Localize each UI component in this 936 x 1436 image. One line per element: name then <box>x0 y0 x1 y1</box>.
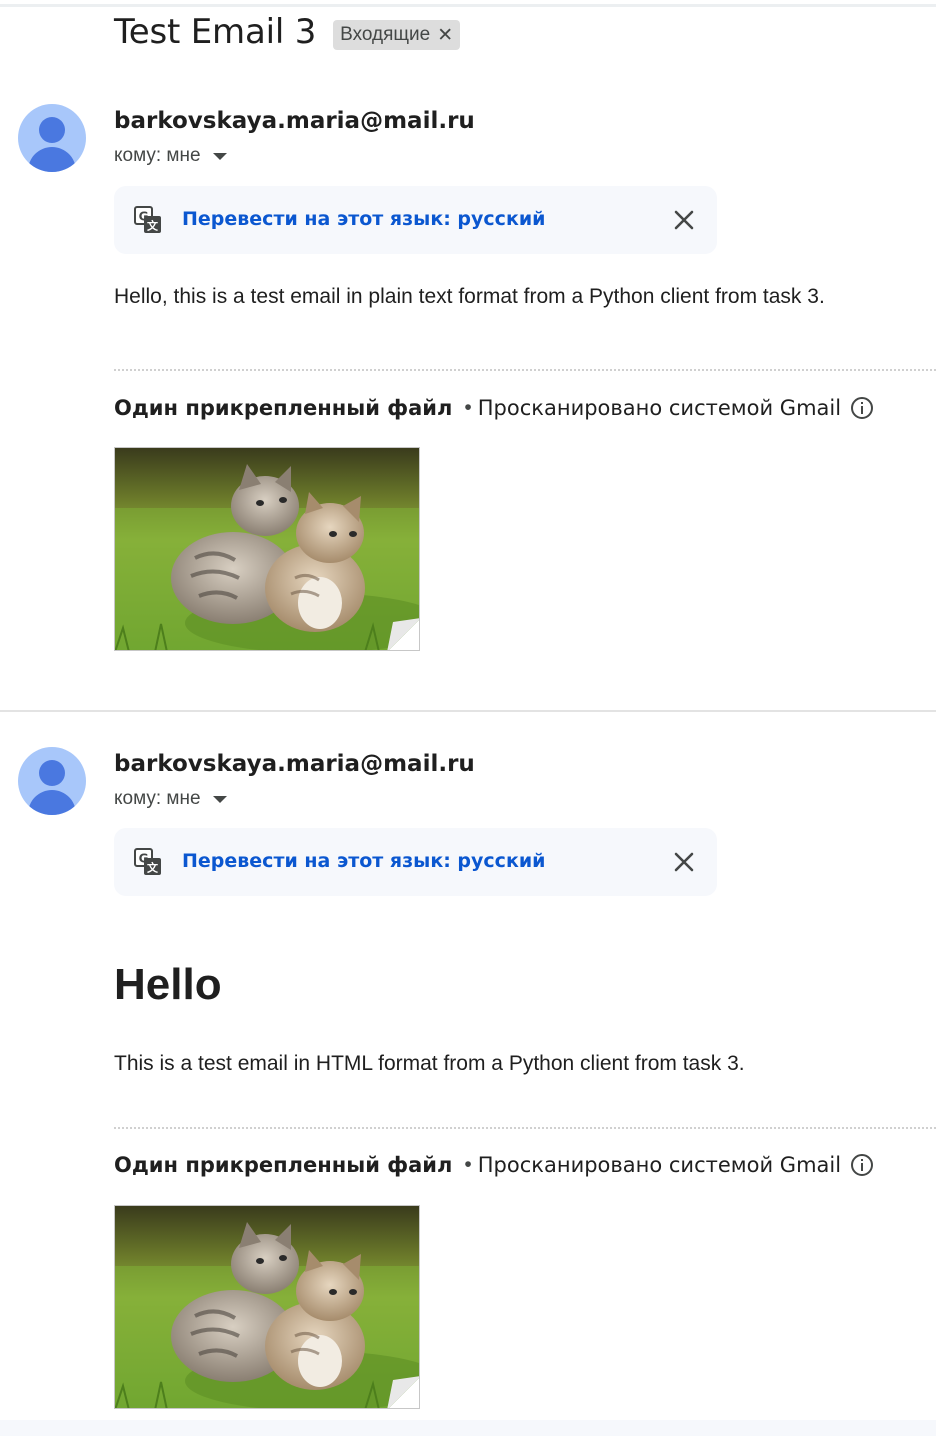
remove-label-icon[interactable]: ✕ <box>437 24 453 47</box>
recipient-text: кому: мне <box>114 788 201 809</box>
message-heading: Hello <box>114 960 222 1009</box>
info-icon[interactable] <box>850 1153 874 1177</box>
bottom-bar <box>0 1420 936 1436</box>
chevron-down-icon[interactable] <box>212 152 227 160</box>
attachments-separator: • <box>464 1153 472 1176</box>
recipient-line: кому: мне <box>114 145 227 167</box>
subject-row: Test Email 3 Входящие ✕ <box>114 12 461 52</box>
attachments-scan-status: Просканировано системой Gmail <box>477 1153 842 1177</box>
label-chip-inbox[interactable]: Входящие ✕ <box>333 20 461 50</box>
translate-link[interactable]: Перевести на этот язык: русский <box>182 850 545 872</box>
email-subject: Test Email 3 <box>114 12 317 52</box>
recipient-line: кому: мне <box>114 788 227 810</box>
attachments-divider <box>114 1127 936 1129</box>
attachment-thumbnail[interactable] <box>114 1205 420 1409</box>
recipient-text: кому: мне <box>114 145 201 166</box>
info-icon[interactable] <box>850 396 874 420</box>
message-body: This is a test email in HTML format from… <box>114 1052 745 1075</box>
translate-icon <box>134 206 162 234</box>
attachments-title: Один прикрепленный файл <box>114 396 453 420</box>
close-icon[interactable] <box>673 851 695 873</box>
kittens-image <box>115 1206 420 1409</box>
attachment-thumbnail[interactable] <box>114 447 420 651</box>
attachments-header: Один прикрепленный файл • Просканировано… <box>114 396 874 420</box>
top-border <box>0 4 936 7</box>
translate-bar: Перевести на этот язык: русский <box>114 186 717 254</box>
attachments-scan-status: Просканировано системой Gmail <box>477 396 842 420</box>
sender-email[interactable]: barkovskaya.maria@mail.ru <box>114 108 475 134</box>
translate-link[interactable]: Перевести на этот язык: русский <box>182 208 545 230</box>
avatar-icon[interactable] <box>18 747 86 815</box>
kittens-image <box>115 448 420 651</box>
message-body: Hello, this is a test email in plain tex… <box>114 285 825 308</box>
attachments-header: Один прикрепленный файл • Просканировано… <box>114 1153 874 1177</box>
attachments-divider <box>114 369 936 371</box>
attachments-separator: • <box>464 396 472 419</box>
attachments-title: Один прикрепленный файл <box>114 1153 453 1177</box>
avatar-icon[interactable] <box>18 104 86 172</box>
close-icon[interactable] <box>673 209 695 231</box>
label-chip-text: Входящие <box>340 24 431 45</box>
translate-icon <box>134 848 162 876</box>
chevron-down-icon[interactable] <box>212 795 227 803</box>
message-divider <box>0 710 936 712</box>
translate-bar: Перевести на этот язык: русский <box>114 828 717 896</box>
sender-email[interactable]: barkovskaya.maria@mail.ru <box>114 751 475 777</box>
